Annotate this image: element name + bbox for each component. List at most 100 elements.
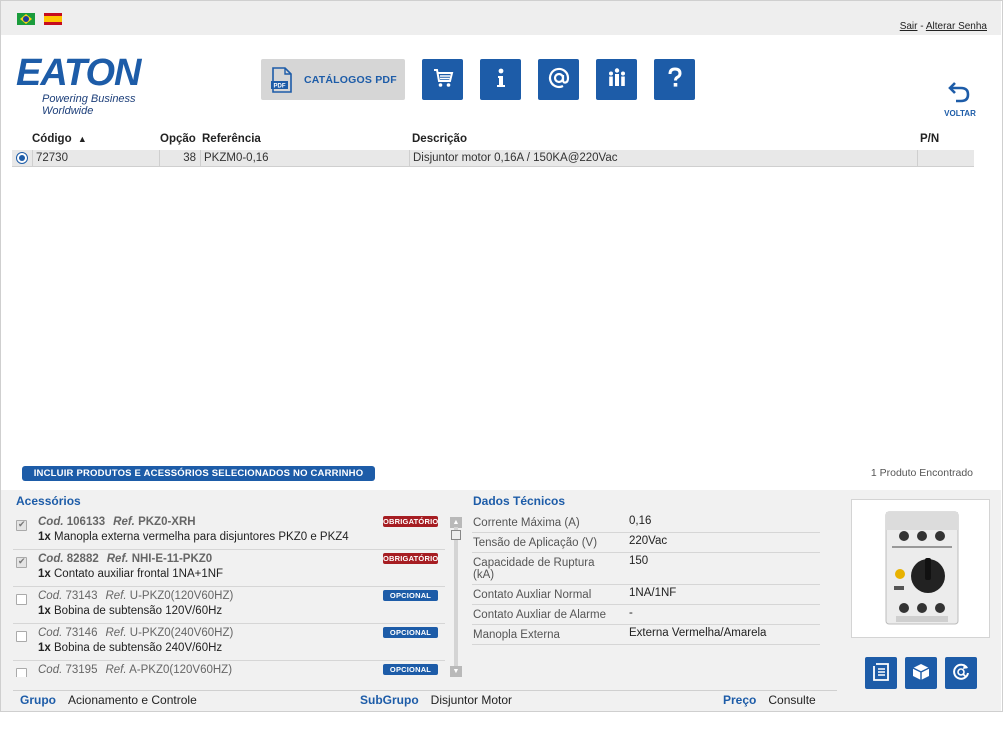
opcional-badge: OPCIONAL [383,627,438,638]
accessory-checkbox[interactable] [16,519,27,531]
accessory-ref: PKZ0-XRH [138,516,196,528]
people-icon [606,67,628,92]
logo-tagline: Powering Business Worldwide [42,93,136,117]
accessory-desc: Bobina de subtensão 240V/60Hz [54,642,223,654]
list-item[interactable]: Cod. 73143 Ref. U-PKZ0(120V60HZ) 1x Bobin… [13,587,445,624]
alterar-senha-link[interactable]: Alterar Senha [926,21,987,32]
info-button[interactable] [480,59,521,100]
help-button[interactable] [654,59,695,100]
voltar-button[interactable]: VOLTAR [942,80,978,122]
result-count: 1 Produto Encontrado [870,467,973,479]
spec-key: Corrente Máxima (A) [473,517,580,529]
spec-row: Corrente Máxima (A) 0,16 [472,513,820,533]
list-item[interactable]: Cod. 106133Ref. PKZ0-XRH 1x Manopla exte… [13,513,445,550]
accessory-checkbox[interactable] [16,594,27,605]
product-photo[interactable] [851,499,990,638]
subgrupo-field: SubGrupo Disjuntor Motor [360,693,512,707]
accessory-ref: A-PKZ0(120V60HZ) [129,664,233,676]
col-pn[interactable]: P/N [920,133,939,145]
accessory-checkbox[interactable] [16,668,27,677]
email-button[interactable] [538,59,579,100]
spec-value: - [629,607,633,619]
flag-brazil-icon[interactable] [17,13,35,25]
cell-descricao: Disjuntor motor 0,16A / 150KA@220Vac [410,150,918,167]
scroll-thumb[interactable] [451,530,461,540]
grupo-value: Acionamento e Controle [68,693,197,707]
accessory-ref: NHI-E-11-PKZ0 [131,553,213,565]
accessory-cod: 106133 [66,516,106,528]
link-separator: - [920,21,924,32]
accessory-ref: U-PKZ0(240V60HZ) [129,627,234,639]
row-select[interactable] [12,150,33,167]
eaton-logo[interactable]: EATON Powering Business Worldwide [16,54,181,117]
radio-selected[interactable] [16,152,28,164]
package-button[interactable] [905,657,937,689]
incluir-carrinho-button[interactable]: INCLUIR PRODUTOS E ACESSÓRIOS SELECIONAD… [22,466,375,481]
spec-row: Manopla Externa Externa Vermelha/Amarela [472,625,820,645]
opcional-badge: OPCIONAL [383,590,438,601]
opcional-badge: OPCIONAL [383,664,438,675]
top-strip: Sair - Alterar Senha [1,1,1001,35]
col-opcao[interactable]: Opção [160,133,196,145]
voltar-label: VOLTAR [944,109,976,118]
sort-asc-icon: ▲ [77,134,87,144]
datasheet-button[interactable] [865,657,897,689]
obrigatorio-badge: OBRIGATÓRIO [383,516,439,527]
people-button[interactable] [596,59,637,100]
accessory-cod: 82882 [66,553,99,565]
accessory-desc: Contato auxiliar frontal 1NA+1NF [54,568,224,580]
accessory-cod: 73195 [65,664,98,676]
spec-value: 0,16 [629,515,652,527]
footer-divider [13,690,837,691]
list-item[interactable]: Cod. 73146 Ref. U-PKZ0(240V60HZ) 1x Bobin… [13,624,445,661]
spec-row: Contato Auxliar de Alarme - [472,605,820,625]
cell-opcao: 38 [160,150,201,167]
flag-spain-icon[interactable] [44,13,62,25]
acessorios-list: Cod. 106133Ref. PKZ0-XRH 1x Manopla exte… [13,513,445,677]
grupo-field: Grupo Acionamento e Controle [20,693,197,707]
spec-key: Manopla Externa [473,629,560,641]
sair-link[interactable]: Sair [900,21,918,32]
obrigatorio-badge: OBRIGATÓRIO [383,553,439,564]
user-links: Sair - Alterar Senha [900,21,987,32]
table-row[interactable]: 72730 38 PKZM0-0,16 Disjuntor motor 0,16… [12,150,974,167]
document-icon [871,662,891,685]
spec-key: Tensão de Aplicação (V) [473,537,598,549]
col-codigo[interactable]: Código ▲ [32,133,87,145]
back-arrow-icon [947,82,973,107]
spec-key: Contato Auxliar de Alarme [473,609,606,621]
preco-value: Consulte [768,693,816,707]
accessory-desc: Bobina de subtensão 120V/60Hz [54,605,223,617]
cell-codigo: 72730 [33,150,160,167]
spec-row: Contato Auxliar Normal 1NA/1NF [472,585,820,605]
spec-key: Capacidade de Ruptura (kA) [473,557,595,581]
refresh-search-button[interactable] [945,657,977,689]
subgrupo-label: SubGrupo [360,693,419,707]
catalogos-pdf-button[interactable]: PDF CATÁLOGOS PDF [261,59,405,100]
dados-tecnicos-table: Corrente Máxima (A) 0,16 Tensão de Aplica… [472,513,820,645]
spec-key: Contato Auxliar Normal [473,589,592,601]
spec-value: Externa Vermelha/Amarela [629,627,767,639]
accessory-desc: Manopla externa vermelha para disjuntore… [54,531,349,543]
list-item[interactable]: Cod. 82882Ref. NHI-E-11-PKZ0 1x Contato … [13,550,445,587]
spec-value: 1NA/1NF [629,587,677,599]
cell-pn [918,150,974,167]
preco-field: Preço Consulte [723,693,816,707]
scroll-track[interactable] [454,527,458,669]
cart-button[interactable] [422,59,463,100]
accessory-checkbox[interactable] [16,556,27,568]
col-referencia[interactable]: Referência [202,133,261,145]
accessory-checkbox[interactable] [16,631,27,642]
list-item[interactable]: Cod. 73195 Ref. A-PKZ0(120V60HZ) OPCIONAL [13,661,445,677]
spec-row: Capacidade de Ruptura (kA) 150 [472,553,820,585]
refresh-search-icon [951,662,971,685]
scroll-down-icon[interactable]: ▼ [450,666,462,677]
col-descricao[interactable]: Descrição [412,133,467,145]
subgrupo-value: Disjuntor Motor [430,693,513,707]
dados-tecnicos-title: Dados Técnicos [473,494,566,508]
at-icon [548,67,570,92]
accessory-ref: U-PKZ0(120V60HZ) [129,590,234,602]
accessory-cod: 73143 [65,590,98,602]
acessorios-scrollbar[interactable]: ▲ ▼ [450,517,462,677]
help-icon [664,67,686,92]
